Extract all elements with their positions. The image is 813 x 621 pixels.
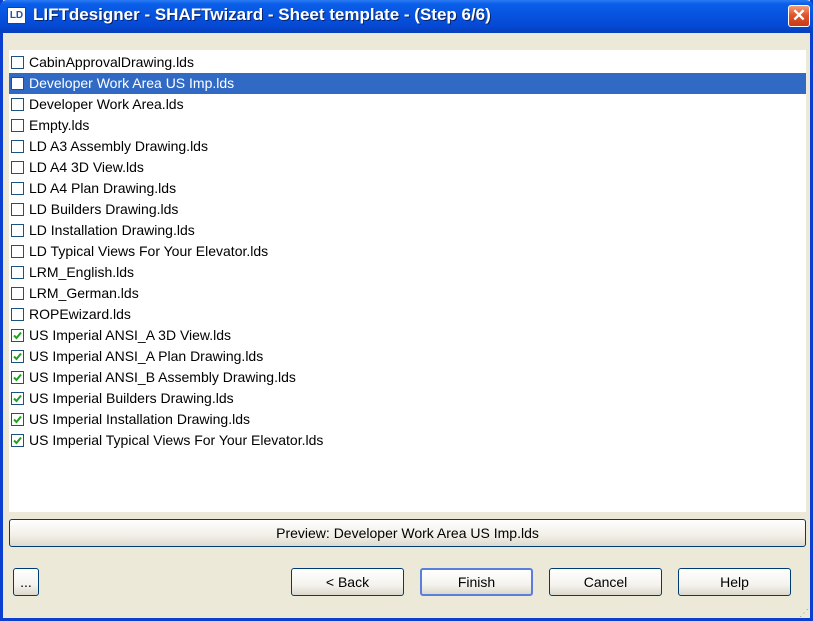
checkbox-icon[interactable]: [11, 77, 24, 90]
title-bar[interactable]: LD LIFTdesigner - SHAFTwizard - Sheet te…: [0, 0, 813, 33]
template-label: US Imperial Typical Views For Your Eleva…: [29, 432, 324, 448]
template-row[interactable]: US Imperial Typical Views For Your Eleva…: [9, 430, 806, 451]
help-button[interactable]: Help: [678, 568, 791, 596]
template-label: US Imperial ANSI_A 3D View.lds: [29, 327, 232, 343]
checkbox-checked-icon[interactable]: [11, 413, 24, 426]
checkbox-icon[interactable]: [11, 308, 24, 321]
template-row[interactable]: US Imperial ANSI_B Assembly Drawing.lds: [9, 367, 806, 388]
checkbox-icon[interactable]: [11, 119, 24, 132]
template-row[interactable]: LRM_English.lds: [9, 262, 806, 283]
template-label: US Imperial ANSI_B Assembly Drawing.lds: [29, 369, 296, 385]
checkbox-icon[interactable]: [11, 266, 24, 279]
template-label: US Imperial Builders Drawing.lds: [29, 390, 234, 406]
checkbox-checked-icon[interactable]: [11, 434, 24, 447]
checkbox-icon[interactable]: [11, 287, 24, 300]
template-label: LD Typical Views For Your Elevator.lds: [29, 243, 269, 259]
template-label: LD Builders Drawing.lds: [29, 201, 179, 217]
template-row[interactable]: CabinApprovalDrawing.lds: [9, 52, 806, 73]
template-label: Empty.lds: [29, 117, 90, 133]
template-row[interactable]: US Imperial Installation Drawing.lds: [9, 409, 806, 430]
template-label: Developer Work Area US Imp.lds: [29, 75, 235, 91]
template-label: ROPEwizard.lds: [29, 306, 131, 322]
template-label: US Imperial ANSI_A Plan Drawing.lds: [29, 348, 264, 364]
template-label: LD A4 Plan Drawing.lds: [29, 180, 177, 196]
template-label: Developer Work Area.lds: [29, 96, 184, 112]
template-row[interactable]: ROPEwizard.lds: [9, 304, 806, 325]
template-list[interactable]: CabinApprovalDrawing.lds Developer Work A…: [9, 50, 806, 512]
checkbox-icon[interactable]: [11, 182, 24, 195]
template-label: LD A3 Assembly Drawing.lds: [29, 138, 208, 154]
template-row[interactable]: Developer Work Area US Imp.lds: [9, 73, 806, 94]
checkbox-icon[interactable]: [11, 203, 24, 216]
finish-button[interactable]: Finish: [420, 568, 533, 596]
template-row[interactable]: US Imperial ANSI_A 3D View.lds: [9, 325, 806, 346]
template-row[interactable]: Empty.lds: [9, 115, 806, 136]
back-button[interactable]: < Back: [291, 568, 404, 596]
template-label: LD Installation Drawing.lds: [29, 222, 195, 238]
template-label: CabinApprovalDrawing.lds: [29, 54, 194, 70]
checkbox-checked-icon[interactable]: [11, 329, 24, 342]
checkbox-icon[interactable]: [11, 140, 24, 153]
checkbox-icon[interactable]: [11, 98, 24, 111]
template-row[interactable]: LD Typical Views For Your Elevator.lds: [9, 241, 806, 262]
template-row[interactable]: LD A4 Plan Drawing.lds: [9, 178, 806, 199]
template-row[interactable]: LD A4 3D View.lds: [9, 157, 806, 178]
preview-button[interactable]: Preview: Developer Work Area US Imp.lds: [9, 519, 806, 547]
template-row[interactable]: US Imperial ANSI_A Plan Drawing.lds: [9, 346, 806, 367]
checkbox-icon[interactable]: [11, 245, 24, 258]
checkbox-icon[interactable]: [11, 224, 24, 237]
resize-grip-icon[interactable]: ⋰: [799, 608, 809, 619]
more-button[interactable]: ...: [13, 568, 39, 596]
checkbox-icon[interactable]: [11, 56, 24, 69]
template-label: LRM_English.lds: [29, 264, 135, 280]
template-row[interactable]: US Imperial Builders Drawing.lds: [9, 388, 806, 409]
template-row[interactable]: LRM_German.lds: [9, 283, 806, 304]
template-row[interactable]: LD Installation Drawing.lds: [9, 220, 806, 241]
cancel-button[interactable]: Cancel: [549, 568, 662, 596]
template-row[interactable]: Developer Work Area.lds: [9, 94, 806, 115]
checkbox-icon[interactable]: [11, 161, 24, 174]
checkbox-checked-icon[interactable]: [11, 371, 24, 384]
window-title: LIFTdesigner - SHAFTwizard - Sheet templ…: [33, 5, 491, 24]
app-icon: LD: [7, 7, 26, 24]
template-row[interactable]: LD A3 Assembly Drawing.lds: [9, 136, 806, 157]
template-label: LRM_German.lds: [29, 285, 139, 301]
template-label: US Imperial Installation Drawing.lds: [29, 411, 250, 427]
template-row[interactable]: LD Builders Drawing.lds: [9, 199, 806, 220]
close-button[interactable]: ✕: [788, 5, 810, 27]
checkbox-checked-icon[interactable]: [11, 350, 24, 363]
checkbox-checked-icon[interactable]: [11, 392, 24, 405]
template-label: LD A4 3D View.lds: [29, 159, 144, 175]
